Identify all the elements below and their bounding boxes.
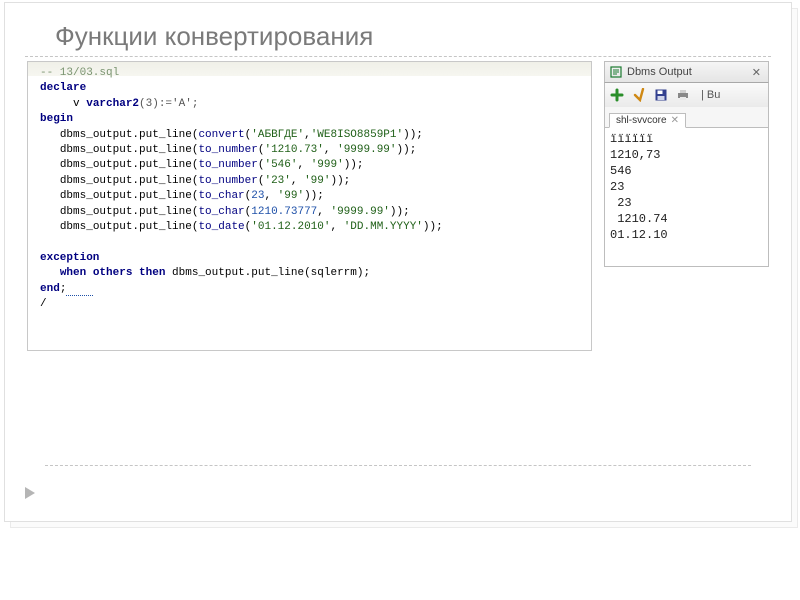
l3a: dbms_output.put_line( <box>60 159 199 171</box>
slide: Функции конвертирования -- 13/03.sql dec… <box>4 2 792 522</box>
l7s1: '01.12.2010' <box>251 221 330 233</box>
output-tabbar: shl-svvcore ✕ <box>604 107 769 127</box>
l7s2: 'DD.MM.YYYY' <box>344 221 423 233</box>
l4d: )); <box>330 175 350 187</box>
out-l1: 1210,73 <box>610 148 660 162</box>
l1s2: 'WE8ISO8859P1' <box>311 129 403 141</box>
l1c: , <box>304 129 311 141</box>
l6n1: 1210.73777 <box>251 206 317 218</box>
l5n1: 23 <box>251 190 264 202</box>
squiggle <box>66 283 92 296</box>
slash: / <box>40 298 47 310</box>
toolbar-overflow: | Bu <box>701 89 720 101</box>
output-toolbar: | Bu <box>604 83 769 107</box>
kw-end: end <box>40 283 60 295</box>
kw-declare: declare <box>40 82 86 94</box>
l2d: )); <box>397 144 417 156</box>
kw-exception: exception <box>40 252 99 264</box>
l5a: dbms_output.put_line( <box>60 190 199 202</box>
l2c: , <box>324 144 337 156</box>
l4fn: to_number <box>198 175 257 187</box>
kw-others: others <box>93 267 133 279</box>
var-name: v <box>73 98 86 110</box>
l6d: )); <box>390 206 410 218</box>
tab-close-icon[interactable]: ✕ <box>671 115 679 126</box>
output-title-icon <box>609 65 623 79</box>
output-header-close[interactable]: ✕ <box>749 66 764 79</box>
slide-arrow-icon <box>25 487 35 499</box>
l5c: , <box>264 190 277 202</box>
code-block[interactable]: -- 13/03.sql declare v varchar2(3):='A';… <box>28 62 591 317</box>
print-icon[interactable] <box>675 87 691 103</box>
l6fn: to_char <box>198 206 244 218</box>
output-pane: Dbms Output ✕ | Bu sh <box>604 61 769 351</box>
l1a: dbms_output.put_line( <box>60 129 199 141</box>
out-l4: 23 <box>610 196 632 210</box>
l6s2: '9999.99' <box>330 206 389 218</box>
l1fn: convert <box>198 129 244 141</box>
divider <box>45 465 751 466</box>
l7fn: to_date <box>198 221 244 233</box>
out-l6: 01.12.10 <box>610 228 668 242</box>
save-icon[interactable] <box>653 87 669 103</box>
l4s1: '23' <box>264 175 290 187</box>
l3d: )); <box>344 159 364 171</box>
add-icon[interactable] <box>609 87 625 103</box>
l5fn: to_char <box>198 190 244 202</box>
l3c: , <box>297 159 310 171</box>
kw-when: when <box>60 267 86 279</box>
l4a: dbms_output.put_line( <box>60 175 199 187</box>
var-rest: (3):='A'; <box>139 98 198 110</box>
l4c: , <box>291 175 304 187</box>
l3s1: '546' <box>264 159 297 171</box>
l1d: )); <box>403 129 423 141</box>
out-l5: 1210.74 <box>610 212 668 226</box>
var-type: varchar2 <box>86 98 139 110</box>
slide-title: Функции конвертирования <box>25 3 771 57</box>
l2fn: to_number <box>198 144 257 156</box>
code-comment: -- 13/03.sql <box>40 67 119 79</box>
output-body[interactable]: ïïïïïï 1210,73 546 23 23 1210.74 01.12.1… <box>604 127 769 267</box>
l5s2: '99' <box>278 190 304 202</box>
l3s2: '999' <box>311 159 344 171</box>
kw-begin: begin <box>40 113 73 125</box>
output-header: Dbms Output ✕ <box>604 61 769 83</box>
l3fn: to_number <box>198 159 257 171</box>
l5d: )); <box>304 190 324 202</box>
l7d: )); <box>423 221 443 233</box>
l4s2: '99' <box>304 175 330 187</box>
l7a: dbms_output.put_line( <box>60 221 199 233</box>
kw-then: then <box>139 267 165 279</box>
output-header-title: Dbms Output <box>627 66 692 78</box>
l7c: , <box>330 221 343 233</box>
out-l3: 23 <box>610 180 624 194</box>
output-tab-label: shl-svvcore <box>616 115 667 126</box>
l2s1: '1210.73' <box>264 144 323 156</box>
handler: dbms_output.put_line(sqlerrm); <box>165 267 370 279</box>
clear-icon[interactable] <box>631 87 647 103</box>
output-tab[interactable]: shl-svvcore ✕ <box>609 113 686 128</box>
l2s2: '9999.99' <box>337 144 396 156</box>
out-l0: ïïïïïï <box>610 132 653 146</box>
l1s1: 'АБВГДЕ' <box>251 129 304 141</box>
out-l2: 546 <box>610 164 632 178</box>
content-row: -- 13/03.sql declare v varchar2(3):='A';… <box>5 61 791 351</box>
l6c: , <box>317 206 330 218</box>
code-pane: -- 13/03.sql declare v varchar2(3):='A';… <box>27 61 592 351</box>
l6a: dbms_output.put_line( <box>60 206 199 218</box>
l2a: dbms_output.put_line( <box>60 144 199 156</box>
